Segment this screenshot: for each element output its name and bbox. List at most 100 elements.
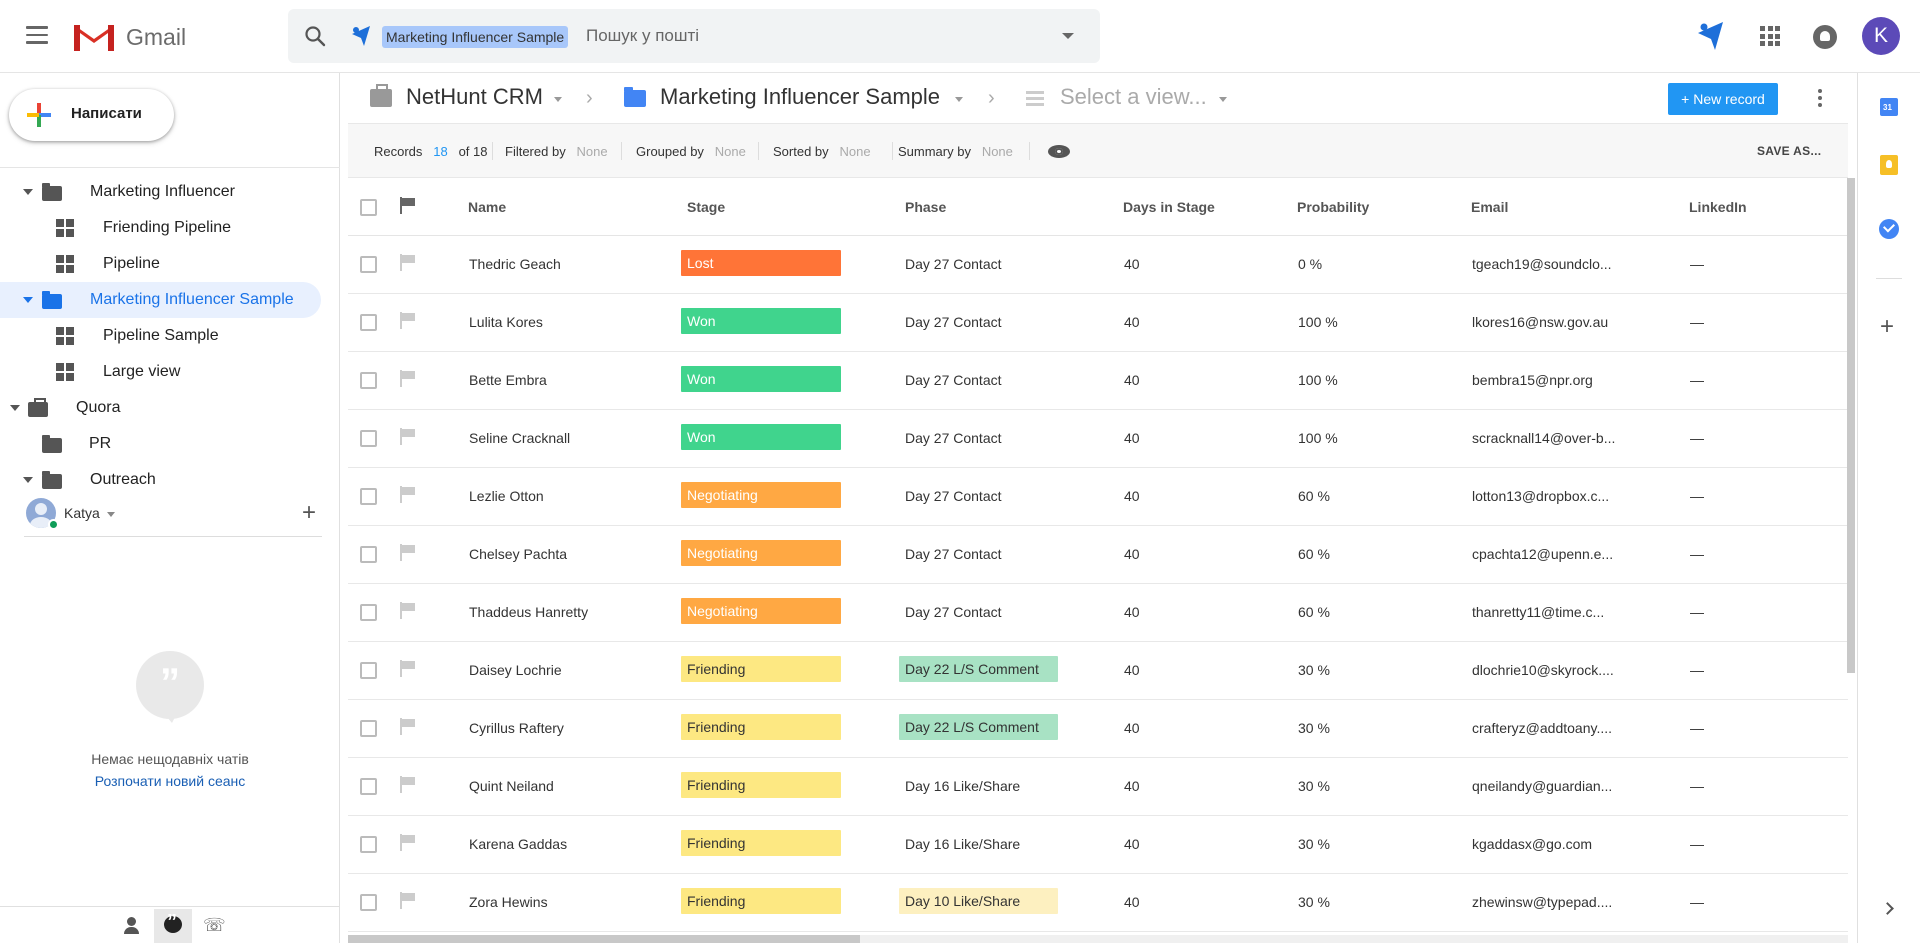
- search-options-icon[interactable]: [1062, 33, 1074, 39]
- column-header-linkedin[interactable]: LinkedIn: [1689, 199, 1747, 215]
- tree-item-pr[interactable]: PR: [0, 426, 340, 462]
- table-row[interactable]: Quint Neiland Friending Day 16 Like/Share 4…: [348, 758, 1848, 816]
- tree-item-friending-pipeline[interactable]: Friending Pipeline: [0, 210, 340, 246]
- linkedin-cell[interactable]: —: [1690, 778, 1704, 794]
- days-in-stage-cell[interactable]: 40: [1124, 372, 1140, 388]
- stage-tag[interactable]: Friending: [681, 714, 841, 740]
- horizontal-scrollbar[interactable]: [348, 935, 860, 943]
- select-all-checkbox[interactable]: [360, 199, 377, 216]
- search-input[interactable]: [586, 23, 1006, 49]
- workspace-dropdown-icon[interactable]: [554, 97, 562, 102]
- linkedin-cell[interactable]: —: [1690, 314, 1704, 330]
- column-header-email[interactable]: Email: [1471, 199, 1508, 215]
- vertical-scrollbar[interactable]: [1847, 178, 1855, 673]
- probability-cell[interactable]: 60 %: [1298, 604, 1330, 620]
- name-cell[interactable]: Thaddeus Hanretty: [469, 604, 588, 620]
- filtered-by[interactable]: Filtered by None: [505, 144, 608, 159]
- table-row[interactable]: Bette Embra Won Day 27 Contact 40 100 % bembr…: [348, 352, 1848, 410]
- probability-cell[interactable]: 60 %: [1298, 546, 1330, 562]
- keep-icon[interactable]: [1880, 155, 1898, 175]
- phase-cell[interactable]: Day 16 Like/Share: [905, 836, 1020, 852]
- stage-tag[interactable]: Negotiating: [681, 540, 841, 566]
- sorted-by[interactable]: Sorted by None: [773, 144, 871, 159]
- email-cell[interactable]: scracknall14@over-b...: [1472, 430, 1615, 446]
- name-cell[interactable]: Karena Gaddas: [469, 836, 567, 852]
- user-menu-caret-icon[interactable]: [107, 512, 115, 517]
- column-header-days-in-stage[interactable]: Days in Stage: [1123, 199, 1215, 215]
- flag-icon[interactable]: [400, 486, 416, 503]
- phase-cell[interactable]: Day 27 Contact: [905, 488, 1002, 504]
- email-cell[interactable]: bembra15@npr.org: [1472, 372, 1593, 388]
- stage-tag[interactable]: Won: [681, 424, 841, 450]
- stage-tag[interactable]: Negotiating: [681, 598, 841, 624]
- probability-cell[interactable]: 30 %: [1298, 894, 1330, 910]
- account-avatar[interactable]: K: [1862, 17, 1900, 55]
- probability-cell[interactable]: 30 %: [1298, 778, 1330, 794]
- phase-cell[interactable]: Day 27 Contact: [905, 546, 1002, 562]
- row-checkbox[interactable]: [360, 372, 377, 389]
- days-in-stage-cell[interactable]: 40: [1124, 430, 1140, 446]
- phase-cell[interactable]: Day 27 Contact: [905, 256, 1002, 272]
- flag-icon[interactable]: [400, 834, 416, 851]
- column-header-probability[interactable]: Probability: [1297, 199, 1369, 215]
- stage-tag[interactable]: Friending: [681, 656, 841, 682]
- name-cell[interactable]: Cyrillus Raftery: [469, 720, 564, 736]
- summary-by[interactable]: Summary by None: [898, 144, 1013, 159]
- collapse-arrow-icon[interactable]: [10, 405, 20, 411]
- table-row[interactable]: Chelsey Pachta Negotiating Day 27 Contact 4…: [348, 526, 1848, 584]
- name-cell[interactable]: Seline Cracknall: [469, 430, 570, 446]
- email-cell[interactable]: kgaddasx@go.com: [1472, 836, 1592, 852]
- tree-item-large-view[interactable]: Large view: [0, 354, 340, 390]
- linkedin-cell[interactable]: —: [1690, 256, 1704, 272]
- name-cell[interactable]: Chelsey Pachta: [469, 546, 567, 562]
- probability-cell[interactable]: 100 %: [1298, 314, 1338, 330]
- table-row[interactable]: Thedric Geach Lost Day 27 Contact 40 0 % tgea…: [348, 236, 1848, 294]
- search-icon[interactable]: [304, 25, 326, 47]
- probability-cell[interactable]: 100 %: [1298, 372, 1338, 388]
- add-chat-icon[interactable]: +: [302, 501, 316, 525]
- breadcrumb-workspace[interactable]: NetHunt CRM: [406, 84, 543, 110]
- phase-tag[interactable]: Day 22 L/S Comment: [899, 656, 1058, 682]
- email-cell[interactable]: qneilandy@guardian...: [1472, 778, 1612, 794]
- apps-icon[interactable]: [1760, 26, 1780, 46]
- linkedin-cell[interactable]: —: [1690, 488, 1704, 504]
- column-header-stage[interactable]: Stage: [687, 199, 725, 215]
- main-menu-icon[interactable]: [26, 26, 50, 46]
- phase-cell[interactable]: Day 27 Contact: [905, 372, 1002, 388]
- compose-button[interactable]: Написати: [9, 89, 174, 141]
- probability-cell[interactable]: 30 %: [1298, 836, 1330, 852]
- stage-tag[interactable]: Lost: [681, 250, 841, 276]
- nethunt-extension-icon[interactable]: [1697, 20, 1725, 52]
- stage-tag[interactable]: Won: [681, 366, 841, 392]
- collapse-arrow-icon[interactable]: [23, 297, 33, 303]
- flag-icon[interactable]: [400, 544, 416, 561]
- name-cell[interactable]: Zora Hewins: [469, 894, 548, 910]
- flag-icon[interactable]: [400, 428, 416, 445]
- row-checkbox[interactable]: [360, 256, 377, 273]
- gmail-logo[interactable]: Gmail: [72, 20, 186, 54]
- row-checkbox[interactable]: [360, 662, 377, 679]
- stage-tag[interactable]: Friending: [681, 830, 841, 856]
- days-in-stage-cell[interactable]: 40: [1124, 836, 1140, 852]
- phone-icon[interactable]: ☏: [203, 915, 226, 935]
- email-cell[interactable]: tgeach19@soundclo...: [1472, 256, 1612, 272]
- name-cell[interactable]: Lulita Kores: [469, 314, 543, 330]
- row-checkbox[interactable]: [360, 836, 377, 853]
- stage-tag[interactable]: Friending: [681, 772, 841, 798]
- probability-cell[interactable]: 0 %: [1298, 256, 1322, 272]
- row-checkbox[interactable]: [360, 314, 377, 331]
- collapse-arrow-icon[interactable]: [23, 189, 33, 195]
- grouped-by[interactable]: Grouped by None: [636, 144, 746, 159]
- days-in-stage-cell[interactable]: 40: [1124, 488, 1140, 504]
- probability-cell[interactable]: 60 %: [1298, 488, 1330, 504]
- start-chat-link[interactable]: Розпочати новий сеанс: [0, 773, 340, 789]
- email-cell[interactable]: zhewinsw@typepad....: [1472, 894, 1612, 910]
- probability-cell[interactable]: 100 %: [1298, 430, 1338, 446]
- tree-item-pipeline-sample[interactable]: Pipeline Sample: [0, 318, 340, 354]
- folder-dropdown-icon[interactable]: [955, 97, 963, 102]
- new-record-button[interactable]: + New record: [1668, 83, 1778, 115]
- stage-tag[interactable]: Friending: [681, 888, 841, 914]
- phase-cell[interactable]: Day 27 Contact: [905, 604, 1002, 620]
- eye-icon[interactable]: [1048, 145, 1070, 158]
- row-checkbox[interactable]: [360, 546, 377, 563]
